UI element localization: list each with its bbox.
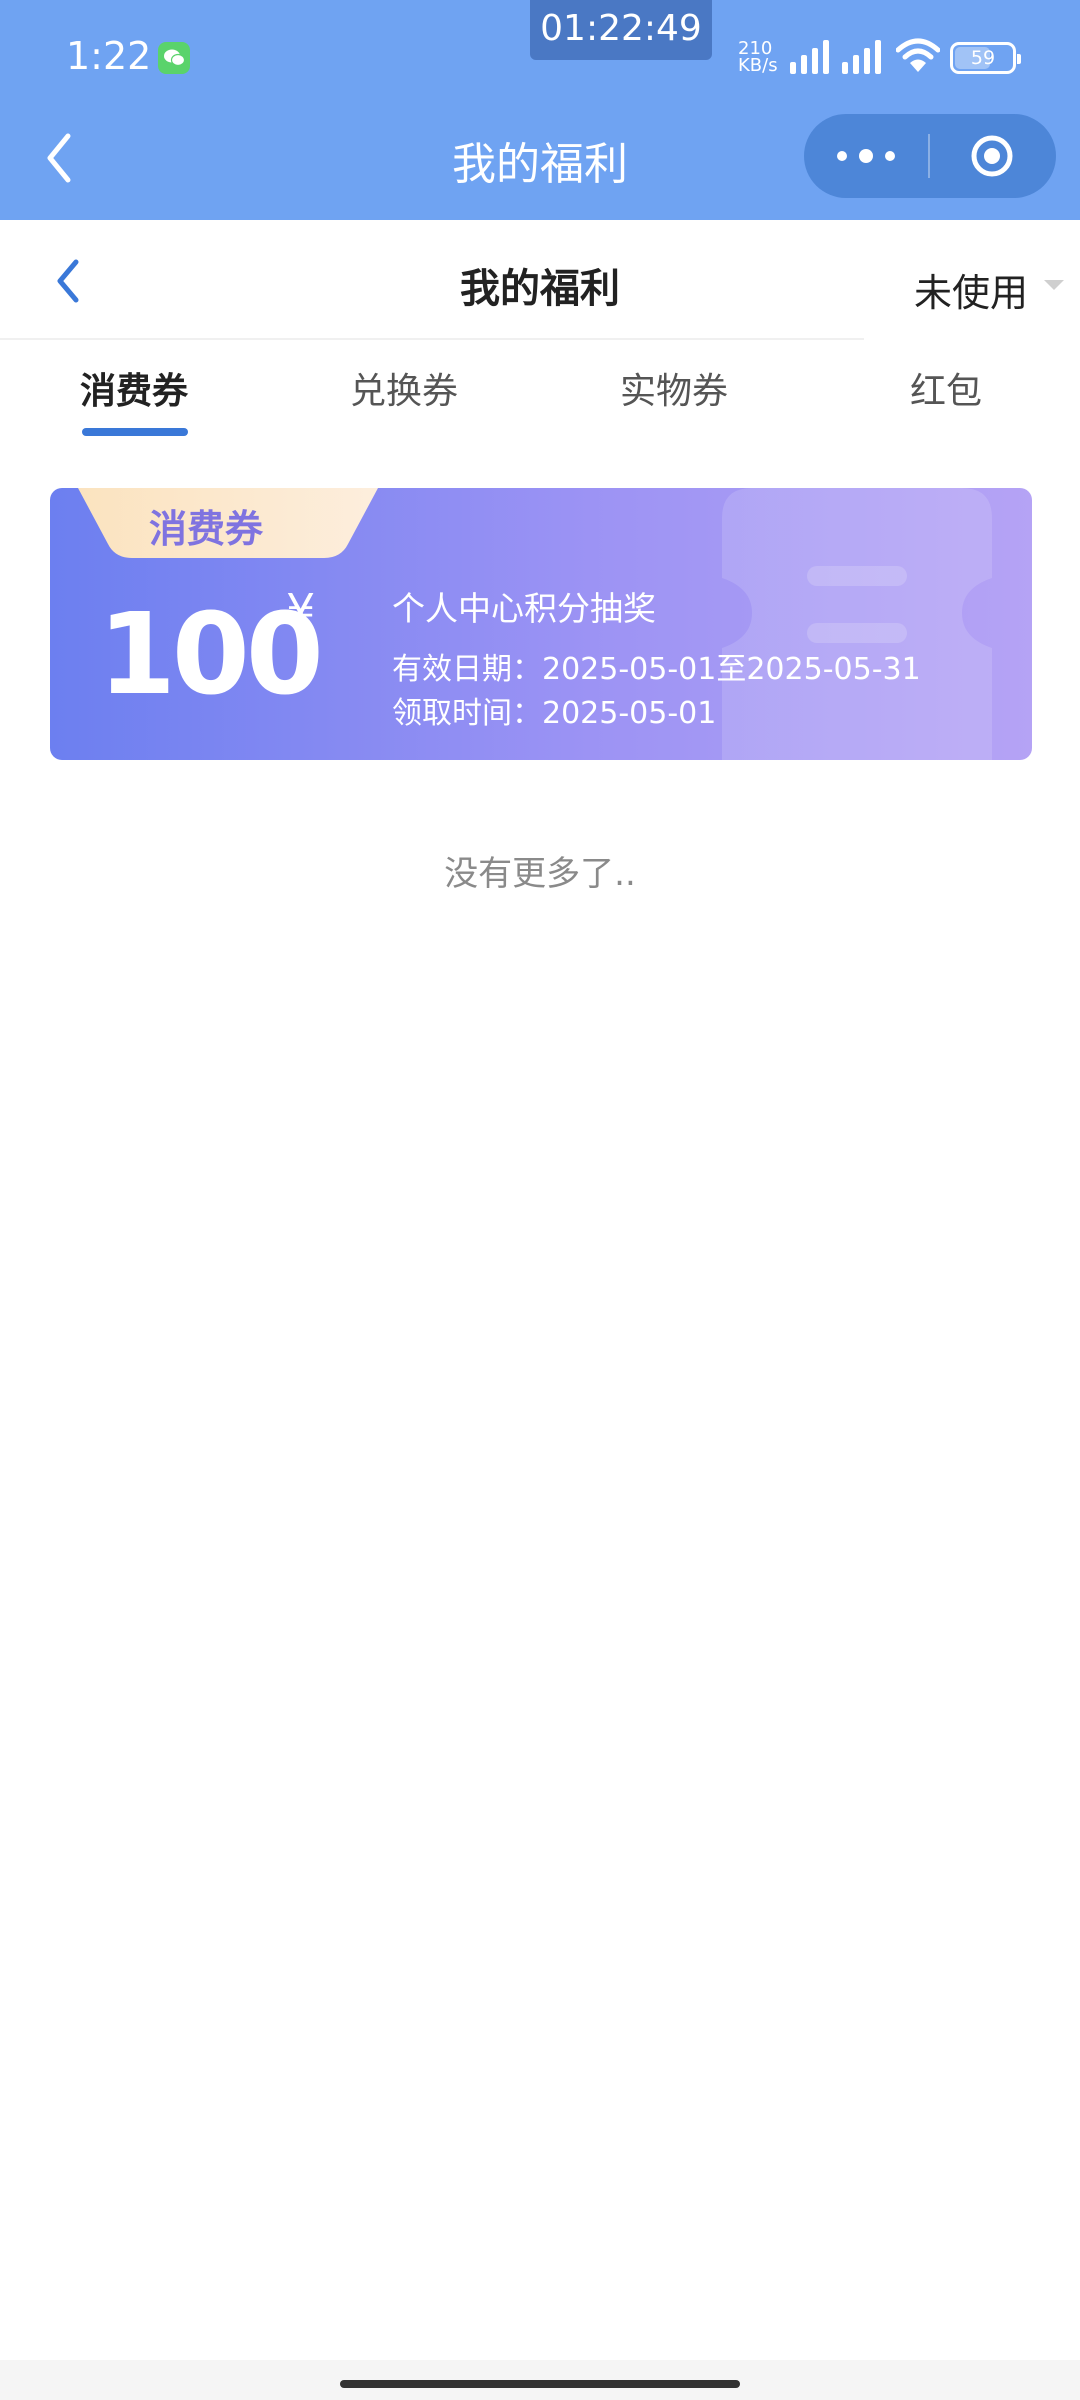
target-circle-icon[interactable]	[970, 134, 1014, 178]
battery-icon: 59	[950, 42, 1021, 74]
coupon-currency: ¥	[286, 584, 316, 638]
wechat-icon	[158, 42, 190, 74]
coupon-tag-label: 消费券	[148, 507, 263, 551]
home-indicator[interactable]	[340, 2380, 740, 2388]
network-speed: 210 KB/s	[738, 40, 778, 76]
gesture-bar	[0, 2360, 1080, 2400]
active-tab-indicator	[82, 428, 188, 436]
network-speed-unit: KB/s	[738, 55, 778, 76]
coupon-received-time: 领取时间：2025-05-01	[392, 696, 717, 731]
battery-level: 59	[970, 47, 996, 69]
page-header: 我的福利 未使用	[0, 220, 1080, 340]
tab-exchange-coupon[interactable]: 兑换券	[350, 362, 458, 414]
signal-icon	[790, 40, 829, 74]
list-end-text: 没有更多了..	[444, 854, 636, 894]
coupon-card[interactable]: 消费券 100 ¥ 个人中心积分抽奖 有效日期：2025-05-01至2025-…	[50, 488, 1032, 760]
tab-physical-coupon[interactable]: 实物券	[620, 362, 728, 414]
more-dots-icon[interactable]	[834, 142, 898, 170]
coupon-valid-period: 有效日期：2025-05-01至2025-05-31	[392, 652, 921, 687]
caret-down-icon[interactable]	[1044, 280, 1064, 290]
status-filter-dropdown[interactable]: 未使用	[914, 262, 1028, 317]
wifi-icon	[896, 38, 940, 72]
signal-icon	[842, 40, 881, 74]
screen-recording-clock: 01:22:49	[530, 0, 712, 60]
coupon-decoration-icon	[722, 488, 992, 760]
tab-red-packet[interactable]: 红包	[910, 362, 982, 414]
top-navigation-bar: 1:22 01:22:49 210 KB/s 59 我的福利	[0, 0, 1080, 220]
mini-program-capsule	[804, 114, 1056, 198]
coupon-type-tabs: 消费券 兑换券 实物券 红包	[0, 340, 1080, 450]
status-time: 1:22	[66, 34, 152, 78]
capsule-divider	[928, 134, 930, 178]
coupon-name: 个人中心积分抽奖	[392, 589, 656, 628]
tab-consumption-coupon[interactable]: 消费券	[80, 362, 188, 414]
